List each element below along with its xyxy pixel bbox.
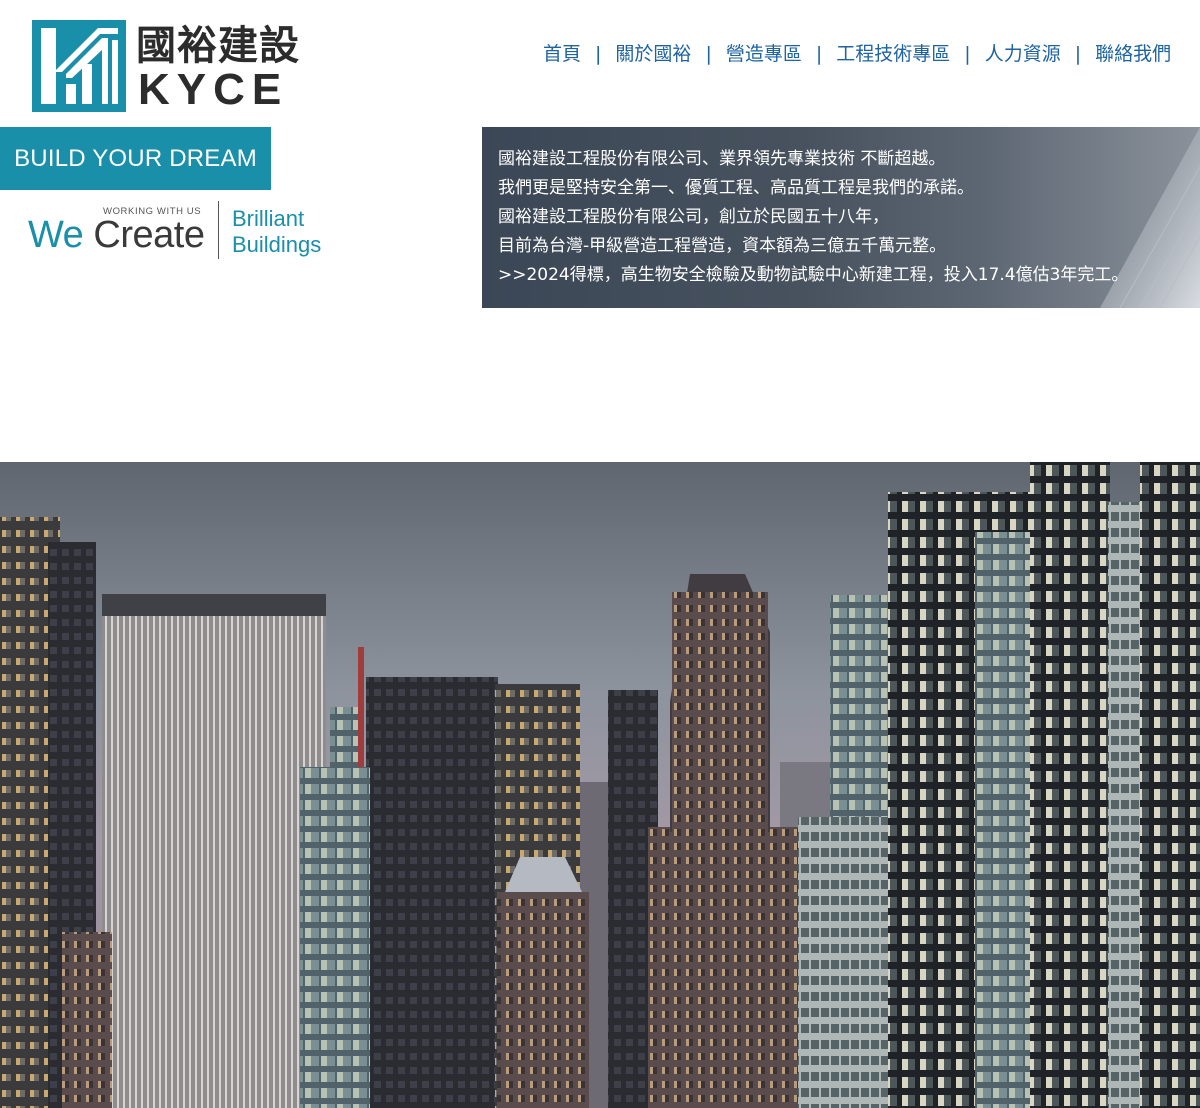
nav-separator: | [964, 43, 971, 65]
build-your-dream-banner: BUILD YOUR DREAM [0, 127, 271, 190]
intro-line: 國裕建設工程股份有限公司，創立於民國五十八年， [498, 207, 889, 227]
brilliant-text: Brilliant [232, 206, 305, 231]
main-nav: 首頁 | 關於國裕 | 營造專區 | 工程技術專區 | 人力資源 | 聯絡我們 [543, 40, 1200, 68]
nav-separator: | [1074, 43, 1082, 65]
tagline-divider [218, 201, 219, 259]
nav-item-about[interactable]: 關於國裕 [615, 40, 691, 68]
kyce-logo-mark-icon [32, 20, 126, 112]
city-skyline-photo-icon [0, 462, 1200, 1108]
intro-line: 目前為台灣-甲級營造工程營造，資本額為三億五千萬元整。 [498, 236, 947, 256]
we-text: We [28, 214, 84, 256]
company-english-name: KYCE [138, 65, 289, 114]
intro-line: >>2024得標，高生物安全檢驗及動物試驗中心新建工程，投入17.4億估3年完工… [498, 265, 1129, 285]
hero-skyline-image [0, 462, 1200, 1108]
nav-item-construction[interactable]: 營造專區 [726, 40, 802, 68]
nav-separator: | [595, 43, 602, 65]
intro-line: 國裕建設工程股份有限公司、業界領先專業技術 不斷超越。 [498, 149, 946, 169]
nav-item-human-resources[interactable]: 人力資源 [985, 40, 1061, 68]
company-intro-panel: 國裕建設工程股份有限公司、業界領先專業技術 不斷超越。 我們更是堅持安全第一、優… [482, 127, 1200, 308]
company-logo[interactable]: 國裕建設 KYCE [32, 18, 300, 114]
company-chinese-name: 國裕建設 [136, 23, 300, 69]
nav-item-contact[interactable]: 聯絡我們 [1095, 40, 1171, 68]
nav-separator: | [815, 43, 823, 65]
nav-item-home[interactable]: 首頁 [543, 40, 581, 68]
intro-line: 我們更是堅持安全第一、優質工程、高品質工程是我們的承諾。 [498, 178, 974, 198]
nav-item-engineering-tech[interactable]: 工程技術專區 [836, 40, 950, 68]
nav-separator: | [705, 43, 712, 65]
buildings-text: Buildings [232, 232, 322, 257]
create-text: Create [93, 214, 205, 256]
we-create-text: We Create [28, 213, 205, 257]
